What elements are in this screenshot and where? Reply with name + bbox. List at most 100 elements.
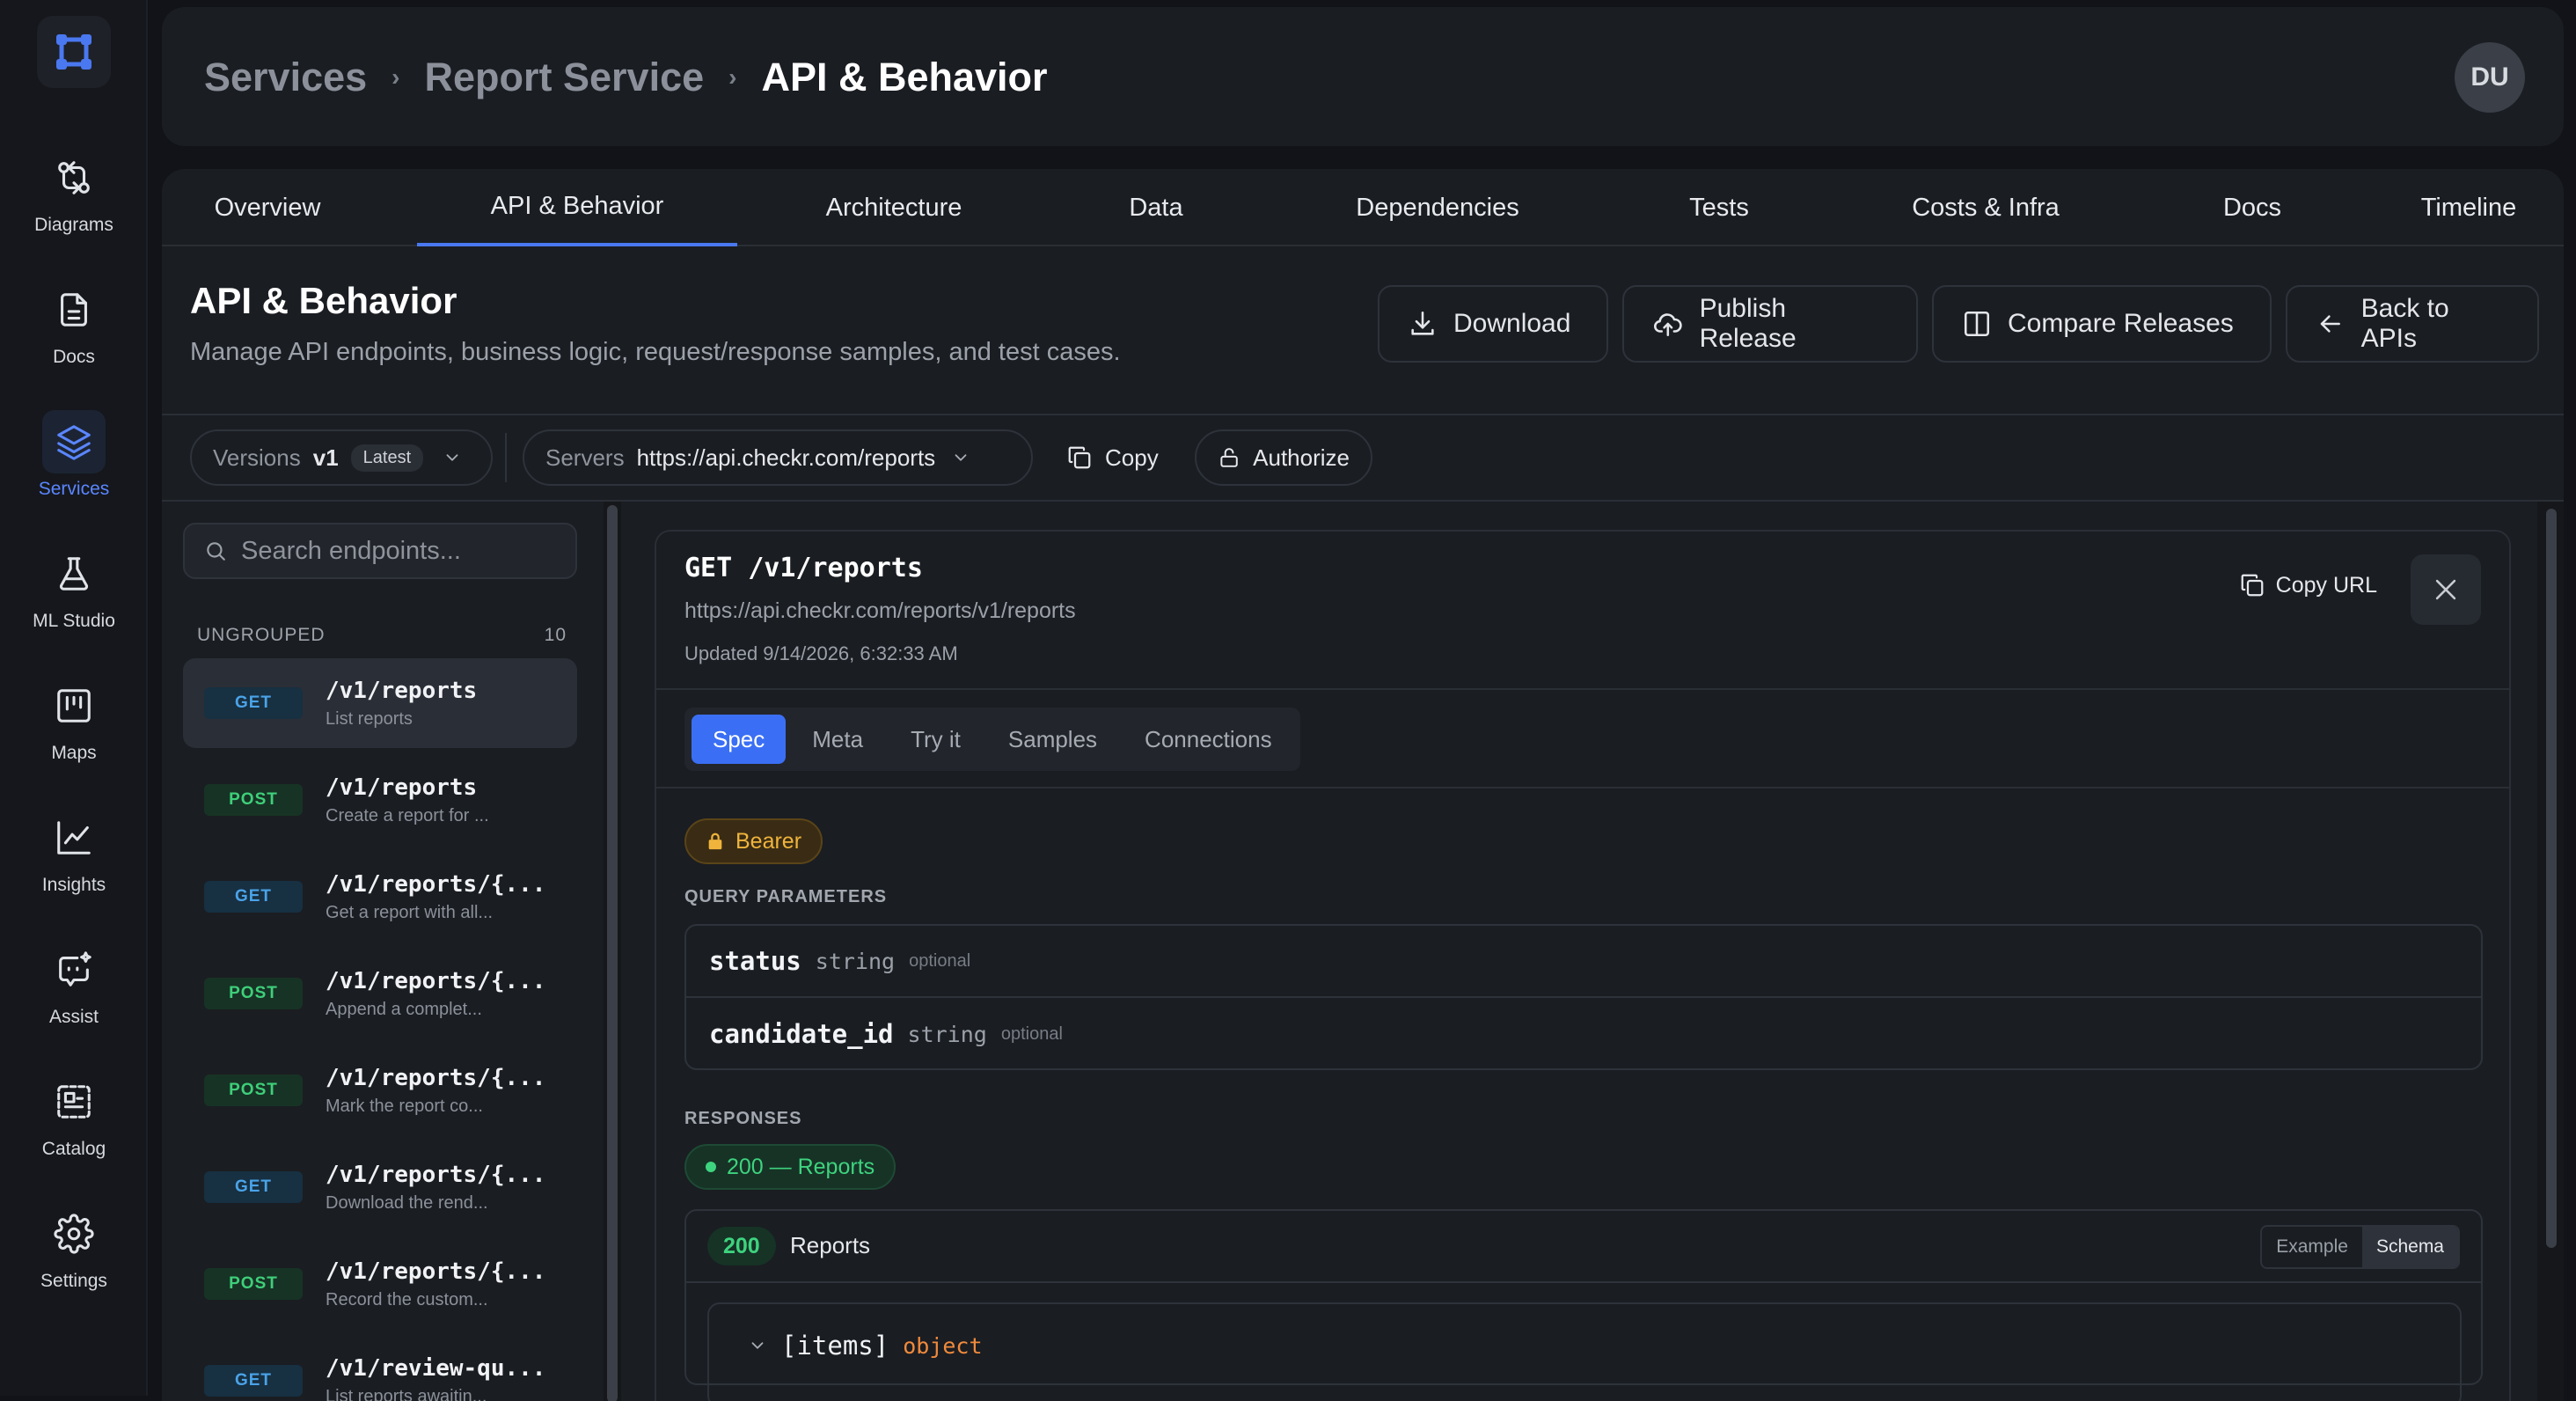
method-badge: POST <box>204 784 303 816</box>
endpoint-path: /v1/reports <box>326 774 489 801</box>
example-schema-toggle: Example Schema <box>2260 1225 2460 1269</box>
response-pill[interactable]: 200 — Reports <box>684 1144 896 1190</box>
authorize-button[interactable]: Authorize <box>1195 429 1372 486</box>
download-label: Download <box>1453 309 1570 339</box>
sidebar-item-label: ML Studio <box>33 611 115 632</box>
sidebar-item-services[interactable]: Services <box>0 396 148 510</box>
status-dot <box>706 1162 716 1172</box>
endpoint-desc: Download the rend... <box>326 1193 545 1214</box>
sidebar-item-assist[interactable]: Assist <box>0 924 148 1038</box>
tab-overview[interactable]: Overview <box>162 169 297 246</box>
copy-url-button[interactable]: Copy URL <box>2239 572 2377 598</box>
schema-node-type: object <box>903 1333 982 1359</box>
endpoint-item[interactable]: GET /v1/reportsList reports <box>183 658 577 748</box>
endpoint-item[interactable]: POST /v1/reports/{...Mark the report co.… <box>183 1045 577 1135</box>
versions-label: Versions <box>213 444 301 472</box>
flask-icon <box>42 542 106 605</box>
logo-icon <box>49 27 99 77</box>
page-title: API & Behavior <box>190 280 457 322</box>
scrollbar-thumb[interactable] <box>2546 509 2557 1248</box>
sidebar-item-insights[interactable]: Insights <box>0 792 148 906</box>
search-input[interactable]: Search endpoints... <box>183 523 577 579</box>
subtab-try-it[interactable]: Try it <box>889 715 982 764</box>
tab-label: Tests <box>1689 194 1749 223</box>
endpoint-desc: Append a complet... <box>326 1000 545 1020</box>
chevron-down-icon <box>443 448 462 467</box>
server-select[interactable]: Servers https://api.checkr.com/reports <box>523 429 1033 486</box>
endpoint-desc: Create a report for ... <box>326 806 489 826</box>
endpoint-item[interactable]: GET /v1/reports/{...Get a report with al… <box>183 852 577 942</box>
tab-api-behavior[interactable]: API & Behavior <box>417 169 737 246</box>
schema-node[interactable]: [items] object <box>748 1331 983 1361</box>
sidebar-item-maps[interactable]: Maps <box>0 660 148 774</box>
tab-timeline[interactable]: Timeline <box>2374 169 2564 246</box>
endpoint-item[interactable]: GET /v1/reports/{...Download the rend... <box>183 1142 577 1232</box>
divider <box>656 688 2509 690</box>
compare-label: Compare Releases <box>2008 309 2234 339</box>
subtab-spec[interactable]: Spec <box>692 715 786 764</box>
copy-url-label: Copy URL <box>2276 573 2377 598</box>
version-value: v1 <box>313 444 339 472</box>
top-header: Services › Report Service › API & Behavi… <box>162 7 2564 146</box>
version-select[interactable]: Versions v1 Latest <box>190 429 493 486</box>
lock-icon <box>706 831 725 852</box>
tab-docs[interactable]: Docs <box>2147 169 2358 246</box>
endpoint-path: /v1/reports/{... <box>326 1162 545 1188</box>
endpoint-item[interactable]: POST /v1/reports/{...Record the custom..… <box>183 1239 577 1329</box>
subtab-meta[interactable]: Meta <box>791 715 884 764</box>
tab-dependencies[interactable]: Dependencies <box>1277 169 1598 246</box>
endpoint-list-scrollbar[interactable] <box>604 502 621 1401</box>
endpoint-item[interactable]: POST /v1/reports/{...Append a complet... <box>183 949 577 1038</box>
tab-label: Overview <box>162 194 320 223</box>
publish-release-button[interactable]: Publish Release <box>1622 285 1918 363</box>
download-button[interactable]: Download <box>1378 285 1608 363</box>
divider <box>505 433 507 482</box>
param-type: string <box>816 949 895 974</box>
endpoint-item[interactable]: GET /v1/review-qu...List reports awaitin… <box>183 1336 577 1401</box>
compare-releases-button[interactable]: Compare Releases <box>1932 285 2272 363</box>
back-to-apis-button[interactable]: Back to APIs <box>2286 285 2539 363</box>
tab-costs-infra[interactable]: Costs & Infra <box>1841 169 2131 246</box>
close-button[interactable] <box>2411 554 2481 625</box>
authorize-label: Authorize <box>1253 444 1350 472</box>
schema-node-name: [items] <box>781 1331 889 1361</box>
detail-scrollbar[interactable] <box>2537 502 2564 1401</box>
endpoint-item[interactable]: POST /v1/reports Create a report for ... <box>183 755 577 845</box>
sidebar-item-settings[interactable]: Settings <box>0 1188 148 1302</box>
method-badge: GET <box>204 687 303 719</box>
param-name: candidate_id <box>709 1019 894 1049</box>
bot-sparkle-icon <box>42 938 106 1001</box>
tab-label: Architecture <box>826 194 962 223</box>
latest-badge: Latest <box>351 444 423 472</box>
columns-icon <box>1962 309 1992 339</box>
breadcrumb: Services › Report Service › API & Behavi… <box>204 55 1048 100</box>
param-type: string <box>908 1022 987 1047</box>
chevron-down-icon[interactable] <box>748 1336 767 1355</box>
divider <box>656 787 2509 789</box>
endpoint-path: /v1/reports/{... <box>326 1065 545 1091</box>
response-name: Reports <box>790 1232 870 1259</box>
subtab-samples[interactable]: Samples <box>987 715 1118 764</box>
endpoint-title: GET /v1/reports <box>684 553 923 583</box>
sidebar-item-docs[interactable]: Docs <box>0 264 148 378</box>
sidebar-item-label: Diagrams <box>34 215 113 236</box>
tab-tests[interactable]: Tests <box>1614 169 1825 246</box>
sidebar-item-label: Settings <box>40 1271 107 1292</box>
scrollbar-thumb[interactable] <box>607 505 618 1401</box>
sidebar-item-ml-studio[interactable]: ML Studio <box>0 528 148 642</box>
sidebar-item-catalog[interactable]: Catalog <box>0 1056 148 1170</box>
view-example-button[interactable]: Example <box>2262 1227 2362 1267</box>
tab-architecture[interactable]: Architecture <box>753 169 1035 246</box>
breadcrumb-services[interactable]: Services <box>204 55 367 100</box>
tab-data[interactable]: Data <box>1050 169 1262 246</box>
view-schema-button[interactable]: Schema <box>2362 1227 2458 1267</box>
sidebar-item-diagrams[interactable]: Diagrams <box>0 132 148 246</box>
app-logo[interactable] <box>37 16 111 88</box>
response-pill-label: 200 — Reports <box>727 1155 875 1180</box>
param-optional: optional <box>909 951 970 972</box>
copy-server-button[interactable]: Copy <box>1066 429 1159 486</box>
status-code-badge: 200 <box>707 1227 776 1265</box>
avatar[interactable]: DU <box>2455 42 2525 113</box>
breadcrumb-report-service[interactable]: Report Service <box>425 55 705 100</box>
subtab-connections[interactable]: Connections <box>1123 715 1293 764</box>
